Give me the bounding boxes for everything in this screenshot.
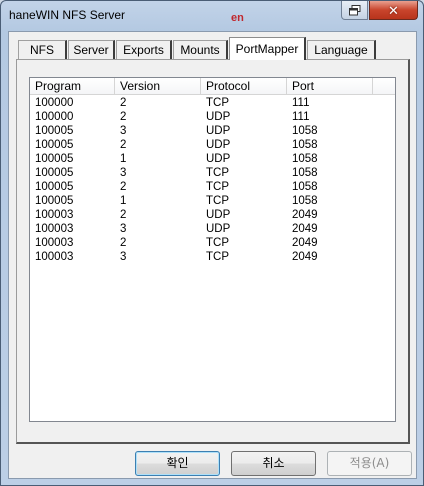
close-icon: ✕ <box>388 2 399 18</box>
column-header-port[interactable]: Port <box>287 78 373 95</box>
cell-program: 100005 <box>35 153 74 165</box>
cell-version: 3 <box>120 167 127 179</box>
cell-port: 111 <box>292 111 310 123</box>
table-row[interactable]: 100005 1 UDP 1058 <box>30 152 395 166</box>
cell-program: 100003 <box>35 237 74 249</box>
tab-nfs[interactable]: NFS <box>18 40 67 59</box>
tab-server[interactable]: Server <box>68 40 115 59</box>
cell-version: 2 <box>120 97 127 109</box>
cell-version: 1 <box>120 153 127 165</box>
close-button[interactable]: ✕ <box>369 1 418 20</box>
restore-button[interactable] <box>341 1 368 20</box>
cell-protocol: TCP <box>206 181 229 193</box>
cancel-button[interactable]: 취소 <box>231 451 316 476</box>
window-title: haneWIN NFS Server <box>9 8 126 22</box>
language-indicator: en <box>231 12 244 24</box>
table-row[interactable]: 100005 3 UDP 1058 <box>30 124 395 138</box>
table-row[interactable]: 100005 1 TCP 1058 <box>30 194 395 208</box>
cell-port: 1058 <box>292 181 318 193</box>
cell-program: 100003 <box>35 223 74 235</box>
cell-port: 111 <box>292 97 310 109</box>
table-row[interactable]: 100005 2 UDP 1058 <box>30 138 395 152</box>
cell-port: 1058 <box>292 167 318 179</box>
cell-port: 2049 <box>292 223 318 235</box>
cell-program: 100005 <box>35 181 74 193</box>
cell-version: 2 <box>120 139 127 151</box>
cell-port: 2049 <box>292 237 318 249</box>
table-row[interactable]: 100003 2 TCP 2049 <box>30 236 395 250</box>
cell-version: 3 <box>120 223 127 235</box>
table-row[interactable]: 100003 3 TCP 2049 <box>30 250 395 264</box>
table-row[interactable]: 100000 2 UDP 111 <box>30 110 395 124</box>
cell-port: 1058 <box>292 125 318 137</box>
cell-port: 1058 <box>292 139 318 151</box>
cell-version: 3 <box>120 125 127 137</box>
portmapper-list[interactable]: Program Version Protocol Port 100000 2 TCP… <box>29 77 396 422</box>
ok-button[interactable]: 확인 <box>135 451 220 476</box>
cell-program: 100000 <box>35 97 74 109</box>
cell-protocol: UDP <box>206 139 231 151</box>
cell-port: 1058 <box>292 195 318 207</box>
app-window: haneWIN NFS Server en ✕ NFS Server Expor… <box>0 0 424 486</box>
cell-program: 100005 <box>35 139 74 151</box>
cell-protocol: UDP <box>206 153 231 165</box>
cell-program: 100005 <box>35 125 74 137</box>
cell-version: 2 <box>120 111 127 123</box>
cell-protocol: UDP <box>206 111 231 123</box>
table-row[interactable]: 100003 3 UDP 2049 <box>30 222 395 236</box>
portmapper-panel: Program Version Protocol Port 100000 2 TCP… <box>16 59 410 444</box>
tab-portmapper[interactable]: PortMapper <box>229 37 306 60</box>
cell-protocol: TCP <box>206 97 229 109</box>
tab-mounts[interactable]: Mounts <box>173 40 228 59</box>
cell-port: 2049 <box>292 209 318 221</box>
cell-program: 100005 <box>35 167 74 179</box>
cell-program: 100005 <box>35 195 74 207</box>
cell-protocol: TCP <box>206 195 229 207</box>
restore-icon <box>348 4 360 15</box>
cell-version: 1 <box>120 195 127 207</box>
title-bar[interactable]: haneWIN NFS Server en ✕ <box>1 1 423 31</box>
cell-protocol: TCP <box>206 251 229 263</box>
table-row[interactable]: 100005 3 TCP 1058 <box>30 166 395 180</box>
cell-protocol: TCP <box>206 237 229 249</box>
cell-protocol: UDP <box>206 125 231 137</box>
cell-version: 3 <box>120 251 127 263</box>
apply-button[interactable]: 적용(A) <box>327 451 412 476</box>
cell-program: 100003 <box>35 209 74 221</box>
cell-protocol: UDP <box>206 209 231 221</box>
cell-version: 2 <box>120 181 127 193</box>
cell-version: 2 <box>120 209 127 221</box>
column-header-protocol[interactable]: Protocol <box>201 78 287 95</box>
column-header-program[interactable]: Program <box>30 78 115 95</box>
cell-program: 100003 <box>35 251 74 263</box>
cell-port: 2049 <box>292 251 318 263</box>
cell-program: 100000 <box>35 111 74 123</box>
dialog-client-area: NFS Server Exports Mounts PortMapper Lan… <box>8 31 417 479</box>
cell-version: 2 <box>120 237 127 249</box>
column-header-filler <box>373 78 395 95</box>
table-row[interactable]: 100005 2 TCP 1058 <box>30 180 395 194</box>
cell-port: 1058 <box>292 153 318 165</box>
tab-exports[interactable]: Exports <box>116 40 172 59</box>
cell-protocol: TCP <box>206 167 229 179</box>
tab-language[interactable]: Language <box>307 40 376 59</box>
table-row[interactable]: 100003 2 UDP 2049 <box>30 208 395 222</box>
cell-protocol: UDP <box>206 223 231 235</box>
column-header-version[interactable]: Version <box>115 78 201 95</box>
table-row[interactable]: 100000 2 TCP 111 <box>30 96 395 110</box>
list-header: Program Version Protocol Port <box>30 78 395 96</box>
